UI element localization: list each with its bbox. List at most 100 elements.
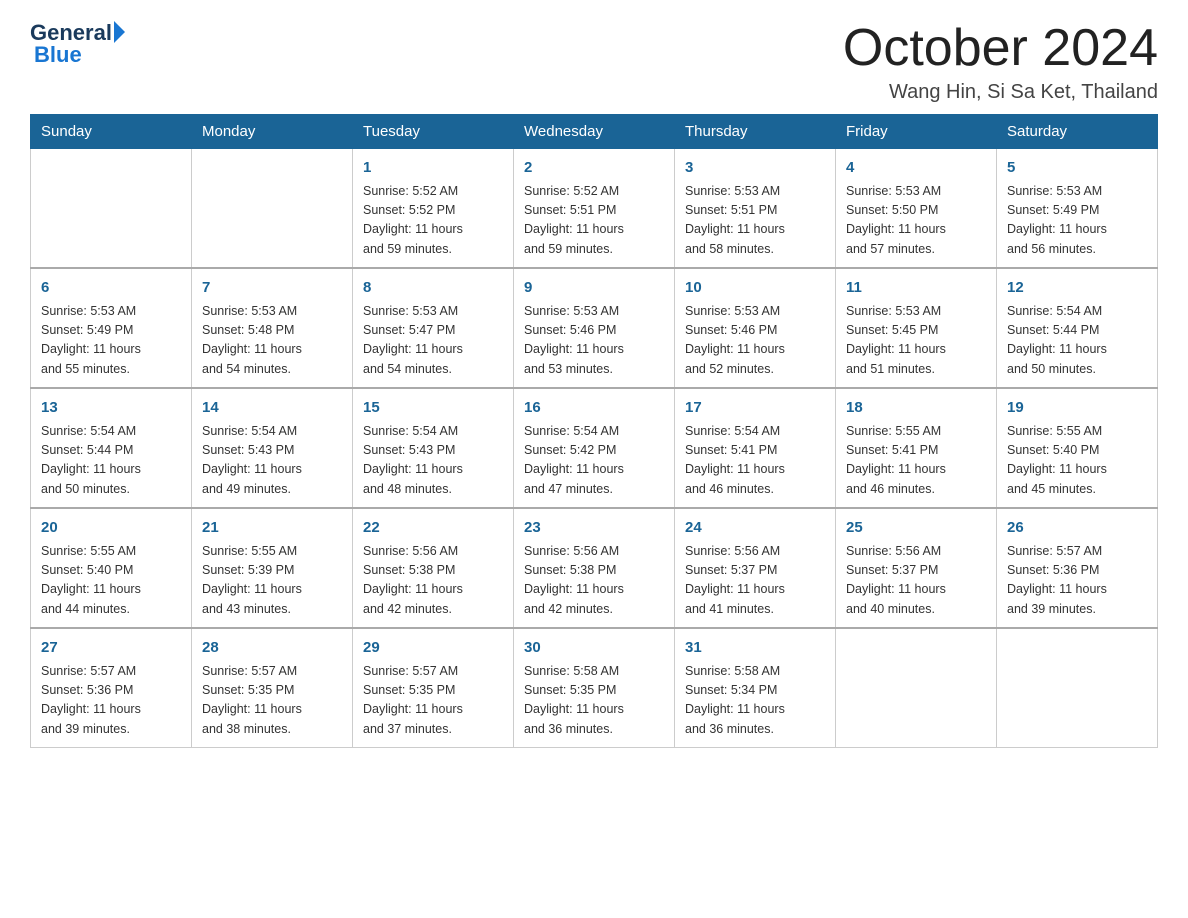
- calendar-cell: 3Sunrise: 5:53 AMSunset: 5:51 PMDaylight…: [675, 149, 836, 269]
- column-header-thursday: Thursday: [675, 115, 836, 149]
- day-number: 11: [846, 277, 986, 300]
- day-number: 18: [846, 397, 986, 420]
- calendar-cell: 8Sunrise: 5:53 AMSunset: 5:47 PMDaylight…: [353, 268, 514, 388]
- calendar-cell: 12Sunrise: 5:54 AMSunset: 5:44 PMDayligh…: [997, 268, 1158, 388]
- calendar-cell: [31, 149, 192, 269]
- day-number: 23: [524, 517, 664, 540]
- day-info: Sunrise: 5:57 AMSunset: 5:36 PMDaylight:…: [41, 662, 181, 740]
- calendar-cell: 7Sunrise: 5:53 AMSunset: 5:48 PMDaylight…: [192, 268, 353, 388]
- day-info: Sunrise: 5:52 AMSunset: 5:51 PMDaylight:…: [524, 182, 664, 260]
- calendar-cell: 16Sunrise: 5:54 AMSunset: 5:42 PMDayligh…: [514, 388, 675, 508]
- calendar-cell: 25Sunrise: 5:56 AMSunset: 5:37 PMDayligh…: [836, 508, 997, 628]
- calendar-cell: [836, 628, 997, 748]
- day-number: 27: [41, 637, 181, 660]
- day-number: 13: [41, 397, 181, 420]
- calendar-table: SundayMondayTuesdayWednesdayThursdayFrid…: [30, 114, 1158, 748]
- calendar-cell: 23Sunrise: 5:56 AMSunset: 5:38 PMDayligh…: [514, 508, 675, 628]
- day-info: Sunrise: 5:54 AMSunset: 5:41 PMDaylight:…: [685, 422, 825, 500]
- day-number: 9: [524, 277, 664, 300]
- day-number: 14: [202, 397, 342, 420]
- day-number: 28: [202, 637, 342, 660]
- day-info: Sunrise: 5:57 AMSunset: 5:35 PMDaylight:…: [363, 662, 503, 740]
- day-number: 15: [363, 397, 503, 420]
- day-number: 6: [41, 277, 181, 300]
- day-info: Sunrise: 5:57 AMSunset: 5:36 PMDaylight:…: [1007, 542, 1147, 620]
- calendar-cell: 22Sunrise: 5:56 AMSunset: 5:38 PMDayligh…: [353, 508, 514, 628]
- day-info: Sunrise: 5:55 AMSunset: 5:40 PMDaylight:…: [41, 542, 181, 620]
- day-number: 21: [202, 517, 342, 540]
- calendar-cell: 6Sunrise: 5:53 AMSunset: 5:49 PMDaylight…: [31, 268, 192, 388]
- calendar-cell: 15Sunrise: 5:54 AMSunset: 5:43 PMDayligh…: [353, 388, 514, 508]
- calendar-header-row: SundayMondayTuesdayWednesdayThursdayFrid…: [31, 115, 1158, 149]
- day-number: 22: [363, 517, 503, 540]
- calendar-cell: 26Sunrise: 5:57 AMSunset: 5:36 PMDayligh…: [997, 508, 1158, 628]
- calendar-cell: 27Sunrise: 5:57 AMSunset: 5:36 PMDayligh…: [31, 628, 192, 748]
- calendar-cell: 13Sunrise: 5:54 AMSunset: 5:44 PMDayligh…: [31, 388, 192, 508]
- column-header-saturday: Saturday: [997, 115, 1158, 149]
- column-header-sunday: Sunday: [31, 115, 192, 149]
- calendar-week-row: 1Sunrise: 5:52 AMSunset: 5:52 PMDaylight…: [31, 149, 1158, 269]
- day-info: Sunrise: 5:53 AMSunset: 5:45 PMDaylight:…: [846, 302, 986, 380]
- calendar-cell: 31Sunrise: 5:58 AMSunset: 5:34 PMDayligh…: [675, 628, 836, 748]
- day-info: Sunrise: 5:55 AMSunset: 5:39 PMDaylight:…: [202, 542, 342, 620]
- day-info: Sunrise: 5:53 AMSunset: 5:46 PMDaylight:…: [524, 302, 664, 380]
- title-block: October 2024 Wang Hin, Si Sa Ket, Thaila…: [843, 20, 1158, 104]
- day-info: Sunrise: 5:53 AMSunset: 5:46 PMDaylight:…: [685, 302, 825, 380]
- day-info: Sunrise: 5:56 AMSunset: 5:38 PMDaylight:…: [363, 542, 503, 620]
- calendar-week-row: 27Sunrise: 5:57 AMSunset: 5:36 PMDayligh…: [31, 628, 1158, 748]
- day-number: 10: [685, 277, 825, 300]
- day-info: Sunrise: 5:53 AMSunset: 5:48 PMDaylight:…: [202, 302, 342, 380]
- day-info: Sunrise: 5:54 AMSunset: 5:43 PMDaylight:…: [363, 422, 503, 500]
- day-number: 12: [1007, 277, 1147, 300]
- calendar-cell: 5Sunrise: 5:53 AMSunset: 5:49 PMDaylight…: [997, 149, 1158, 269]
- day-number: 5: [1007, 157, 1147, 180]
- month-title: October 2024: [843, 20, 1158, 77]
- calendar-cell: 20Sunrise: 5:55 AMSunset: 5:40 PMDayligh…: [31, 508, 192, 628]
- day-info: Sunrise: 5:56 AMSunset: 5:37 PMDaylight:…: [846, 542, 986, 620]
- calendar-cell: 30Sunrise: 5:58 AMSunset: 5:35 PMDayligh…: [514, 628, 675, 748]
- day-number: 7: [202, 277, 342, 300]
- column-header-monday: Monday: [192, 115, 353, 149]
- day-number: 1: [363, 157, 503, 180]
- page-header: General Blue October 2024 Wang Hin, Si S…: [30, 20, 1158, 104]
- day-info: Sunrise: 5:54 AMSunset: 5:44 PMDaylight:…: [1007, 302, 1147, 380]
- day-info: Sunrise: 5:53 AMSunset: 5:49 PMDaylight:…: [41, 302, 181, 380]
- day-number: 30: [524, 637, 664, 660]
- calendar-cell: 10Sunrise: 5:53 AMSunset: 5:46 PMDayligh…: [675, 268, 836, 388]
- day-number: 19: [1007, 397, 1147, 420]
- day-info: Sunrise: 5:56 AMSunset: 5:38 PMDaylight:…: [524, 542, 664, 620]
- column-header-wednesday: Wednesday: [514, 115, 675, 149]
- day-number: 24: [685, 517, 825, 540]
- location-title: Wang Hin, Si Sa Ket, Thailand: [843, 81, 1158, 104]
- calendar-cell: 21Sunrise: 5:55 AMSunset: 5:39 PMDayligh…: [192, 508, 353, 628]
- day-number: 29: [363, 637, 503, 660]
- day-info: Sunrise: 5:54 AMSunset: 5:44 PMDaylight:…: [41, 422, 181, 500]
- calendar-cell: 14Sunrise: 5:54 AMSunset: 5:43 PMDayligh…: [192, 388, 353, 508]
- calendar-cell: 29Sunrise: 5:57 AMSunset: 5:35 PMDayligh…: [353, 628, 514, 748]
- day-number: 31: [685, 637, 825, 660]
- calendar-cell: [192, 149, 353, 269]
- calendar-cell: 28Sunrise: 5:57 AMSunset: 5:35 PMDayligh…: [192, 628, 353, 748]
- day-number: 2: [524, 157, 664, 180]
- day-info: Sunrise: 5:54 AMSunset: 5:42 PMDaylight:…: [524, 422, 664, 500]
- calendar-week-row: 6Sunrise: 5:53 AMSunset: 5:49 PMDaylight…: [31, 268, 1158, 388]
- day-number: 8: [363, 277, 503, 300]
- calendar-cell: 19Sunrise: 5:55 AMSunset: 5:40 PMDayligh…: [997, 388, 1158, 508]
- calendar-cell: 4Sunrise: 5:53 AMSunset: 5:50 PMDaylight…: [836, 149, 997, 269]
- logo: General Blue: [30, 20, 125, 68]
- calendar-cell: 1Sunrise: 5:52 AMSunset: 5:52 PMDaylight…: [353, 149, 514, 269]
- calendar-cell: [997, 628, 1158, 748]
- day-info: Sunrise: 5:54 AMSunset: 5:43 PMDaylight:…: [202, 422, 342, 500]
- calendar-cell: 24Sunrise: 5:56 AMSunset: 5:37 PMDayligh…: [675, 508, 836, 628]
- calendar-cell: 9Sunrise: 5:53 AMSunset: 5:46 PMDaylight…: [514, 268, 675, 388]
- day-info: Sunrise: 5:56 AMSunset: 5:37 PMDaylight:…: [685, 542, 825, 620]
- logo-arrow-icon: [114, 21, 125, 43]
- calendar-week-row: 20Sunrise: 5:55 AMSunset: 5:40 PMDayligh…: [31, 508, 1158, 628]
- logo-blue: Blue: [34, 42, 82, 68]
- calendar-cell: 11Sunrise: 5:53 AMSunset: 5:45 PMDayligh…: [836, 268, 997, 388]
- day-number: 17: [685, 397, 825, 420]
- day-number: 3: [685, 157, 825, 180]
- day-number: 4: [846, 157, 986, 180]
- day-info: Sunrise: 5:57 AMSunset: 5:35 PMDaylight:…: [202, 662, 342, 740]
- column-header-tuesday: Tuesday: [353, 115, 514, 149]
